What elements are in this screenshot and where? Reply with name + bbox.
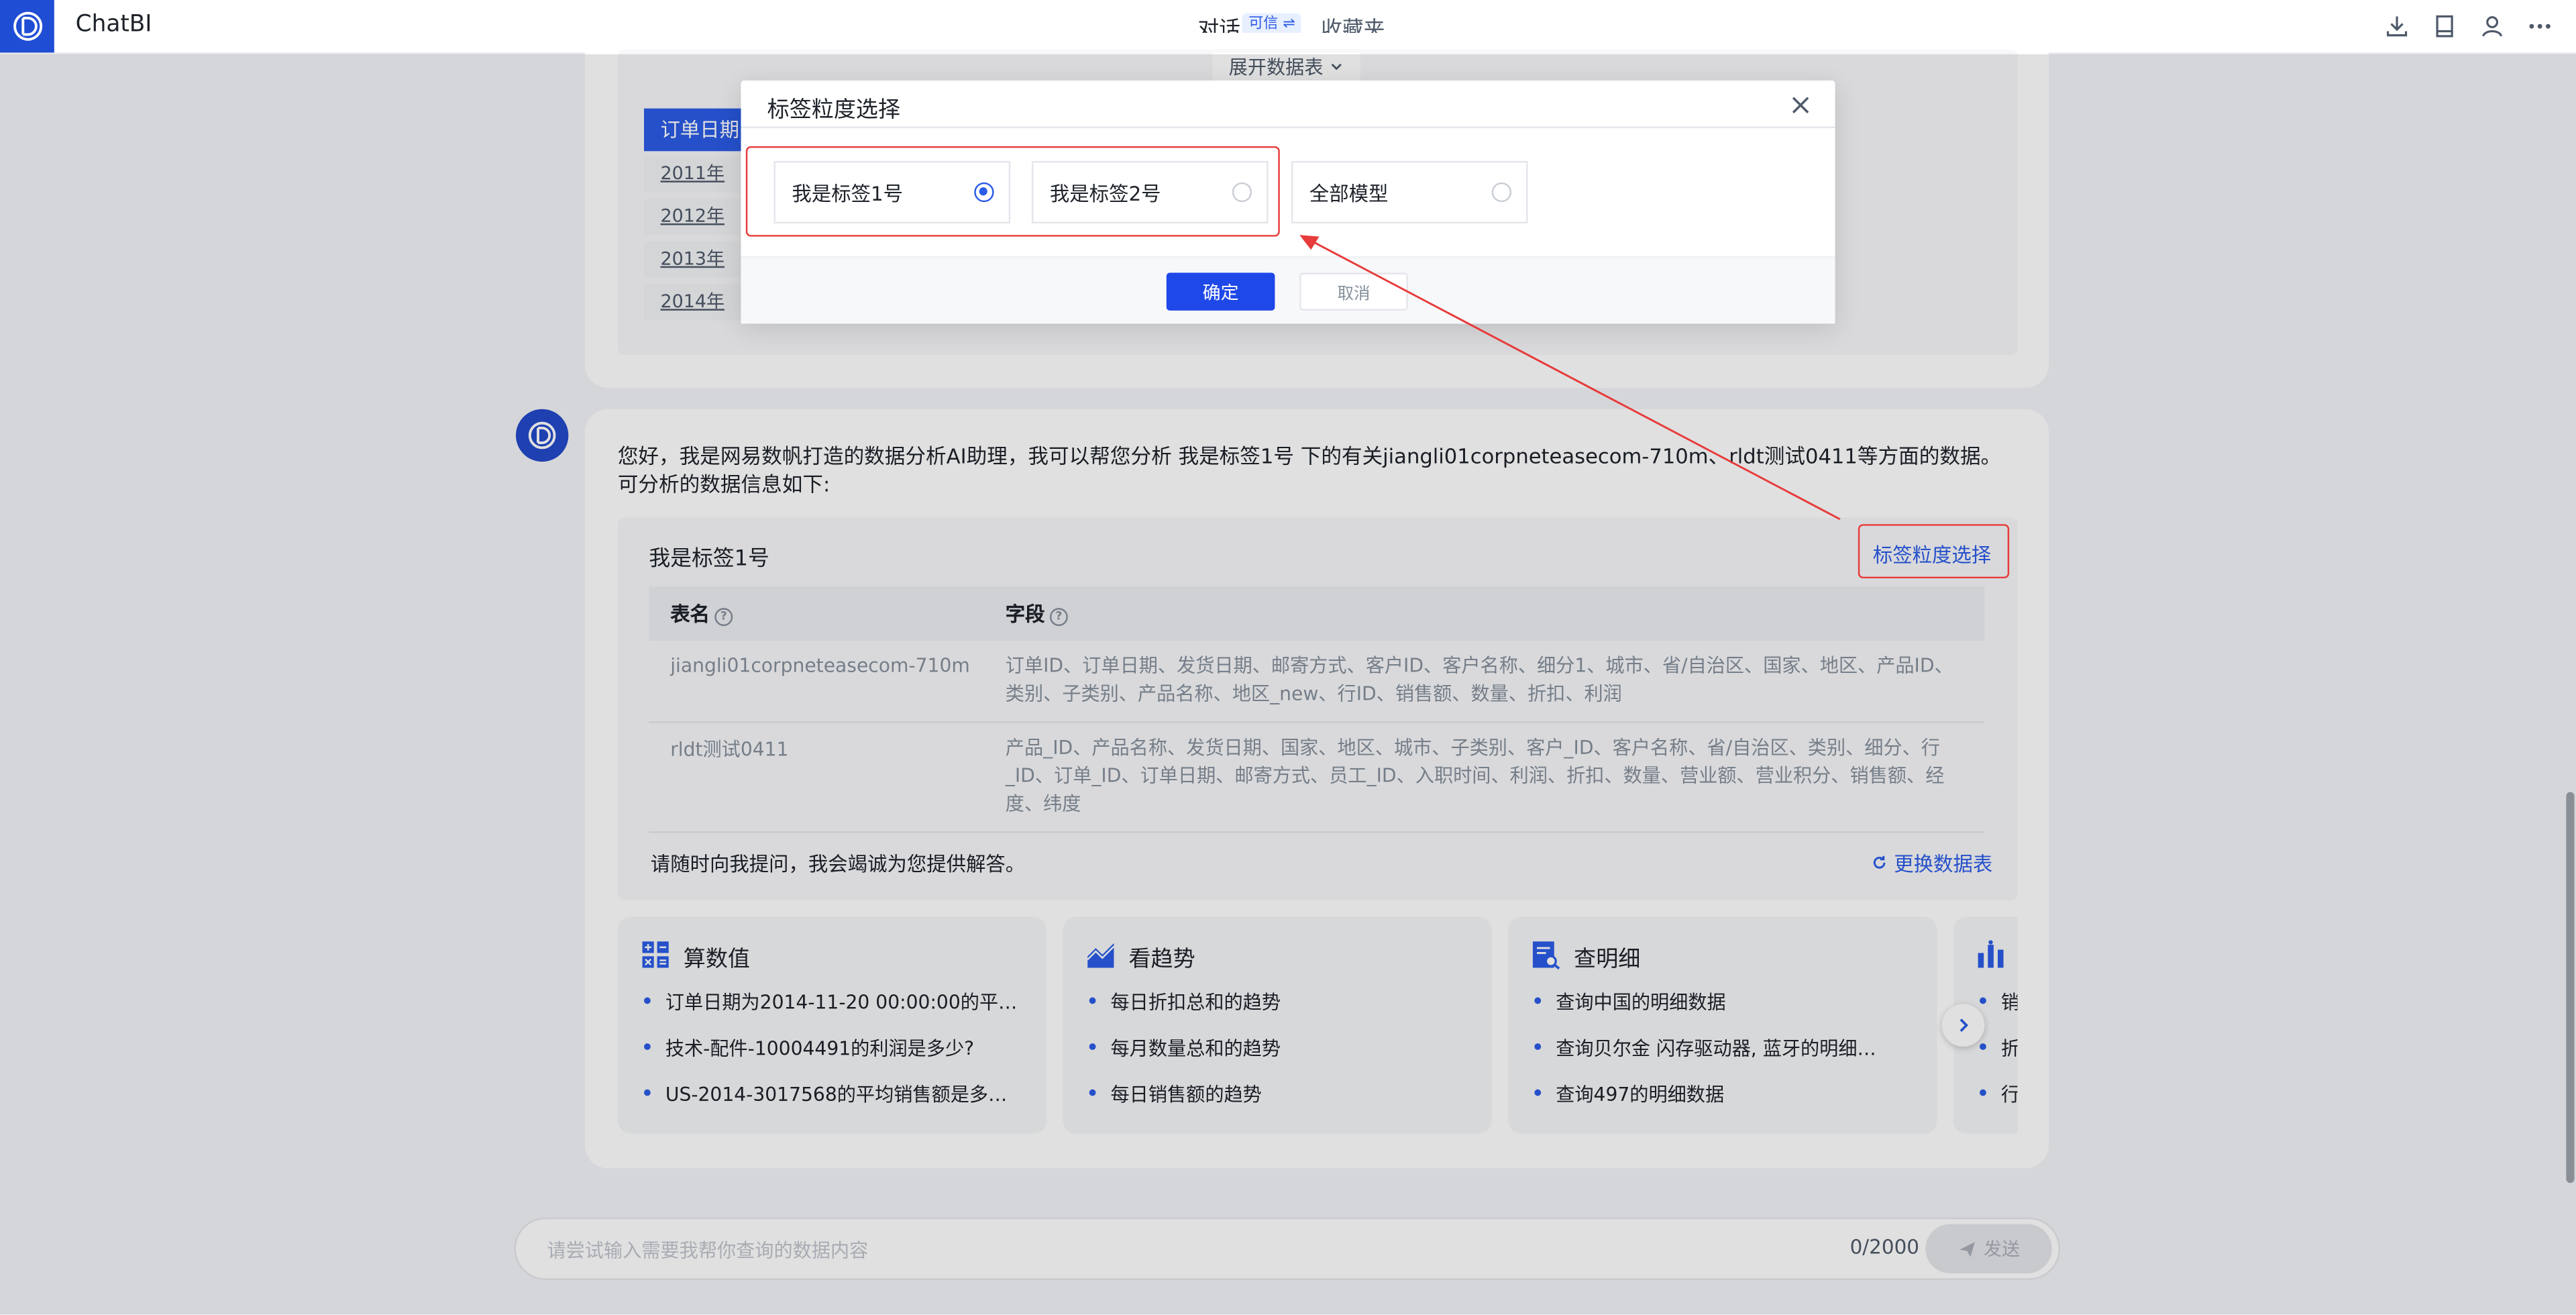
annotation-arrow-icon: [1299, 235, 1841, 521]
